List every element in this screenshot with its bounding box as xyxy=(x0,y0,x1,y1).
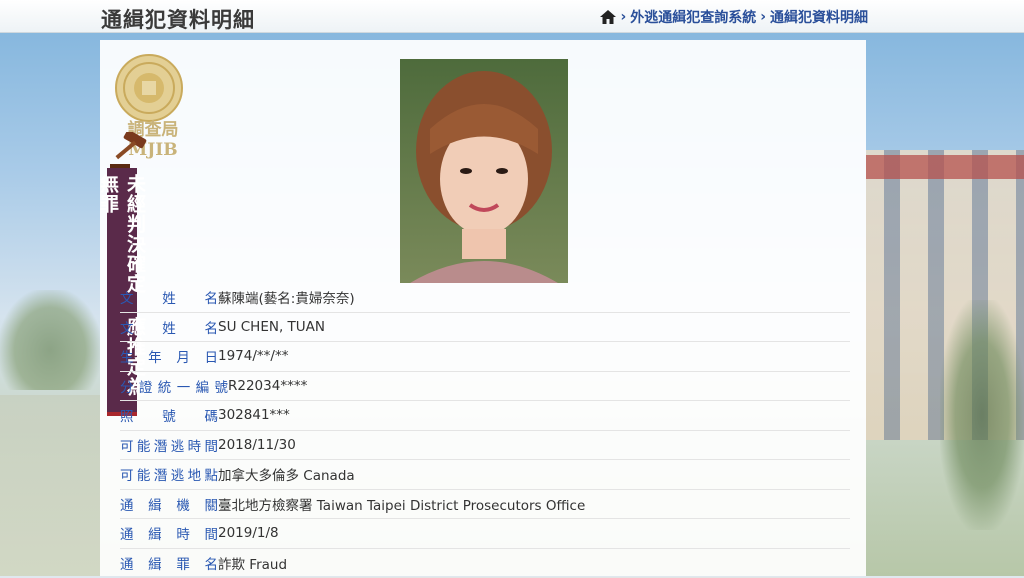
field-row: 通 緝 機 關 臺北地方檢察署 Taiwan Taipei District P… xyxy=(120,490,850,520)
breadcrumb: › 外逃通緝犯查詢系統 › 通緝犯資料明細 xyxy=(600,7,868,27)
field-value: 詐欺 Fraud xyxy=(218,553,287,573)
suspect-photo xyxy=(400,59,568,283)
field-row: 分證統一編號 R22034**** xyxy=(120,372,850,402)
field-row: 照 號 碼 302841*** xyxy=(120,401,850,431)
field-value: 臺北地方檢察署 Taiwan Taipei District Prosecuto… xyxy=(218,494,585,514)
page-header: 通緝犯資料明細 › 外逃通緝犯查詢系統 › 通緝犯資料明細 xyxy=(0,0,1024,33)
background-building-roof xyxy=(866,155,1024,179)
field-value: 2018/11/30 xyxy=(218,437,296,453)
background-road xyxy=(0,395,100,576)
field-row: 可能潛逃地點 加拿大多倫多 Canada xyxy=(120,460,850,490)
field-label: 通 緝 罪 名 xyxy=(120,553,218,573)
page-title: 通緝犯資料明細 xyxy=(101,4,255,34)
field-label: 文 姓 名 xyxy=(120,287,218,307)
field-value: R22034**** xyxy=(228,378,307,394)
field-label: 可能潛逃地點 xyxy=(120,464,218,484)
field-row: 文 姓 名 蘇陳端(藝名:貴婦奈奈) xyxy=(120,283,850,313)
mjib-seal-icon xyxy=(114,53,184,123)
home-icon[interactable] xyxy=(600,10,616,24)
field-row: 文 姓 名 SU CHEN, TUAN xyxy=(120,313,850,343)
field-label: 文 姓 名 xyxy=(120,317,218,337)
field-label: 分證統一編號 xyxy=(120,376,228,396)
background-tree-right xyxy=(940,300,1024,530)
field-row: 通 緝 罪 名 詐欺 Fraud xyxy=(120,549,850,578)
field-value: 302841*** xyxy=(218,407,290,423)
field-value: 2019/1/8 xyxy=(218,525,279,541)
background-trees xyxy=(0,290,100,390)
field-label: 生年月日 xyxy=(120,346,218,366)
field-value: 加拿大多倫多 Canada xyxy=(218,464,355,484)
field-row: 生年月日 1974/**/** xyxy=(120,342,850,372)
gavel-icon xyxy=(110,132,152,170)
breadcrumb-item-detail[interactable]: 通緝犯資料明細 xyxy=(770,7,868,27)
breadcrumb-item-search-system[interactable]: 外逃通緝犯查詢系統 xyxy=(630,7,756,27)
field-value: 蘇陳端(藝名:貴婦奈奈) xyxy=(218,287,355,307)
breadcrumb-separator: › xyxy=(760,9,766,25)
field-value: 1974/**/** xyxy=(218,348,288,364)
detail-fields: 文 姓 名 蘇陳端(藝名:貴婦奈奈) 文 姓 名 SU CHEN, TUAN 生… xyxy=(120,283,850,578)
field-label: 通 緝 時 間 xyxy=(120,523,218,543)
field-label: 照 號 碼 xyxy=(120,405,218,425)
field-label: 通 緝 機 關 xyxy=(120,494,218,514)
field-value: SU CHEN, TUAN xyxy=(218,319,325,335)
field-label: 可能潛逃時間 xyxy=(120,435,218,455)
field-row: 通 緝 時 間 2019/1/8 xyxy=(120,519,850,549)
breadcrumb-separator: › xyxy=(620,9,626,25)
field-row: 可能潛逃時間 2018/11/30 xyxy=(120,431,850,461)
